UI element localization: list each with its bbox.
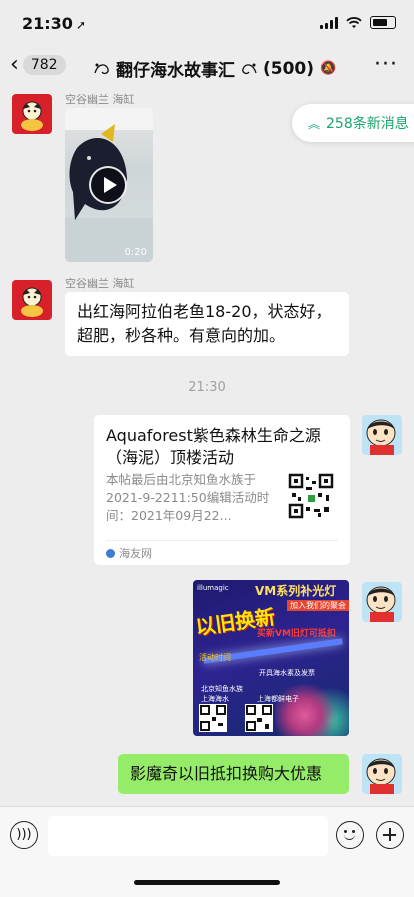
play-icon[interactable] xyxy=(89,166,127,204)
time-divider: 21:30 xyxy=(188,380,226,395)
divider xyxy=(106,540,338,541)
voice-icon[interactable]: ))) xyxy=(10,821,38,849)
home-indicator xyxy=(134,880,280,885)
back-button[interactable]: ‹ 782 xyxy=(10,54,66,76)
signal-icon xyxy=(320,16,338,29)
coral-graphic xyxy=(275,684,349,736)
image-subline: 加入我们的聚会 xyxy=(287,600,349,611)
more-button[interactable]: ··· xyxy=(374,52,398,77)
cartoon-avatar-icon xyxy=(21,287,43,317)
emoji-icon[interactable] xyxy=(336,821,364,849)
unread-count-badge: 782 xyxy=(22,55,66,75)
group-name: 翻仔海水故事汇 xyxy=(116,61,235,81)
image-line: 上海都鲜电子 xyxy=(257,695,299,703)
qr-code-icon xyxy=(199,704,227,732)
new-messages-pill[interactable]: ︽ 258条新消息 xyxy=(292,104,414,142)
wifi-icon xyxy=(346,16,362,28)
chat-header: ‹ 782 翻仔海水故事汇 (500) 🔕 ··· xyxy=(0,46,414,90)
video-duration: 0:20 xyxy=(124,247,147,258)
avatar[interactable] xyxy=(12,94,52,134)
image-message[interactable]: illumagic VM系列补光灯 加入我们的聚会 以旧换新 买新VM旧灯可抵扣… xyxy=(193,580,349,736)
image-tag: 活动时间 xyxy=(199,653,231,662)
crayon-boy-avatar-icon xyxy=(366,586,396,622)
location-arrow-icon: ➚ xyxy=(75,18,86,32)
status-time: 21:30 xyxy=(22,14,73,33)
link-card-message[interactable]: Aquaforest紫色森林生命之源（海泥）顶楼活动 本帖最后由北京知鱼水族于2… xyxy=(94,415,350,565)
sender-name: 空谷幽兰 海缸 xyxy=(65,93,135,106)
member-count: (500) xyxy=(263,58,315,79)
link-source: 海友网 xyxy=(119,547,152,560)
chat-title[interactable]: 翻仔海水故事汇 (500) 🔕 xyxy=(92,56,336,81)
battery-icon xyxy=(370,16,396,29)
message-input[interactable] xyxy=(48,816,328,856)
crayon-boy-avatar-icon xyxy=(366,419,396,455)
text-message[interactable]: 出红海阿拉伯老鱼18-20，状态好，超肥，秒各种。有意向的加。 xyxy=(65,292,349,356)
image-line: 北京知鱼水族 xyxy=(201,685,243,693)
avatar[interactable] xyxy=(12,280,52,320)
video-message[interactable]: 0:20 xyxy=(65,108,153,262)
source-logo-icon xyxy=(106,548,115,558)
image-line: 开具海水素及发票 xyxy=(259,669,315,677)
status-bar: 21:30 ➚ xyxy=(0,0,414,46)
message-text: 出红海阿拉伯老鱼18-20，状态好，超肥，秒各种。有意向的加。 xyxy=(77,302,332,345)
image-headline: VM系列补光灯 xyxy=(255,584,337,598)
message-text: 影魔奇以旧抵扣换购大优惠 xyxy=(130,764,323,783)
image-line: 上海海水 xyxy=(201,695,229,703)
self-avatar[interactable] xyxy=(362,415,402,455)
cartoon-avatar-icon xyxy=(21,101,43,131)
ornament-left-icon xyxy=(94,63,109,74)
double-chevron-up-icon: ︽ xyxy=(308,116,321,131)
plus-icon[interactable] xyxy=(376,821,404,849)
link-description: 本帖最后由北京知鱼水族于2021-9-2211:50编辑活动时间：2021年09… xyxy=(106,472,270,523)
self-avatar[interactable] xyxy=(362,582,402,622)
image-offer-text: 买新VM旧灯可抵扣 xyxy=(257,629,336,639)
crayon-boy-avatar-icon xyxy=(366,758,396,794)
qr-code-icon xyxy=(245,704,273,732)
text-message-self[interactable]: 影魔奇以旧抵扣换购大优惠 xyxy=(118,754,349,794)
sender-name: 空谷幽兰 海缸 xyxy=(65,277,135,290)
link-title: Aquaforest紫色森林生命之源（海泥）顶楼活动 xyxy=(106,426,321,467)
ornament-right-icon xyxy=(242,63,257,74)
new-messages-label: 258条新消息 xyxy=(326,116,409,132)
mute-bell-icon: 🔕 xyxy=(320,61,337,76)
qr-code-icon xyxy=(288,473,334,519)
self-avatar[interactable] xyxy=(362,754,402,794)
image-logo-text: illumagic xyxy=(197,584,229,592)
chevron-left-icon: ‹ xyxy=(10,52,19,77)
